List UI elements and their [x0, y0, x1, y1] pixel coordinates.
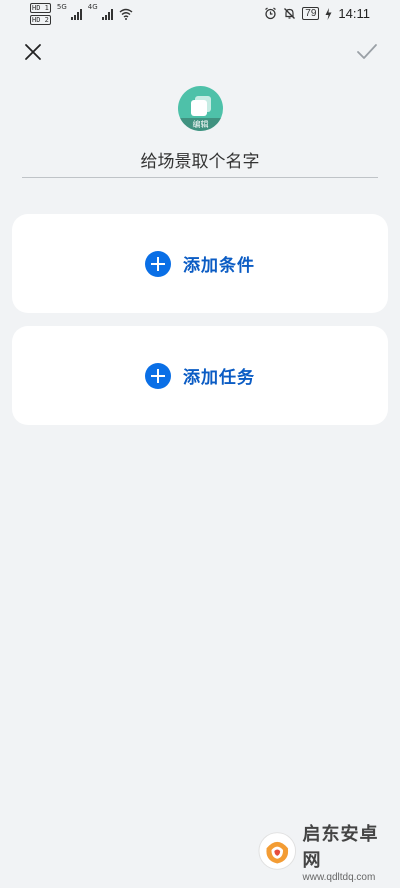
alarm-icon	[265, 7, 277, 20]
watermark: 启东安卓网 www.qdltdq.com	[258, 820, 394, 883]
add-task-content: 添加任务	[145, 362, 255, 389]
add-condition-button[interactable]: 添加条件	[12, 214, 388, 313]
clock-time: 14:11	[338, 6, 370, 21]
status-bar: HD 1 HD 2 5G 4G 79 14:11	[0, 0, 400, 28]
sim2-hd-tag: HD 2	[30, 15, 51, 25]
mute-bell-icon	[284, 8, 296, 19]
add-condition-content: 添加条件	[145, 250, 255, 277]
scene-icon	[191, 96, 211, 116]
close-button[interactable]	[18, 37, 48, 67]
wifi-icon	[119, 8, 133, 20]
add-task-button[interactable]: 添加任务	[12, 326, 388, 425]
watermark-url: www.qdltdq.com	[302, 871, 376, 883]
scene-name-input[interactable]	[22, 147, 378, 178]
status-bar-left: HD 1 HD 2 5G 4G	[30, 3, 133, 25]
sim1-network-label: 5G	[56, 3, 67, 11]
sim-tags: HD 1 HD 2	[30, 3, 51, 25]
battery-indicator: 79	[302, 7, 320, 20]
watermark-text: 启东安卓网 www.qdltdq.com	[303, 820, 394, 883]
avatar-edit-label: 编辑	[178, 118, 223, 131]
sim1-hd-tag: HD 1	[30, 3, 51, 13]
sim2-network-label: 4G	[87, 3, 98, 11]
status-bar-right: 79 14:11	[264, 6, 370, 21]
charging-icon	[325, 7, 332, 20]
scene-avatar[interactable]: 编辑	[178, 86, 223, 131]
sim2-signal-icon	[101, 8, 113, 20]
add-task-label: 添加任务	[183, 368, 255, 388]
watermark-logo-icon	[258, 832, 297, 870]
plus-circle-icon	[145, 250, 171, 277]
plus-circle-icon	[145, 362, 171, 389]
watermark-title: 启东安卓网	[302, 823, 379, 871]
add-condition-label: 添加条件	[183, 256, 255, 276]
close-icon	[25, 44, 41, 60]
sim1-signal-icon	[70, 8, 82, 20]
check-icon	[357, 44, 377, 59]
confirm-button[interactable]	[352, 37, 382, 67]
